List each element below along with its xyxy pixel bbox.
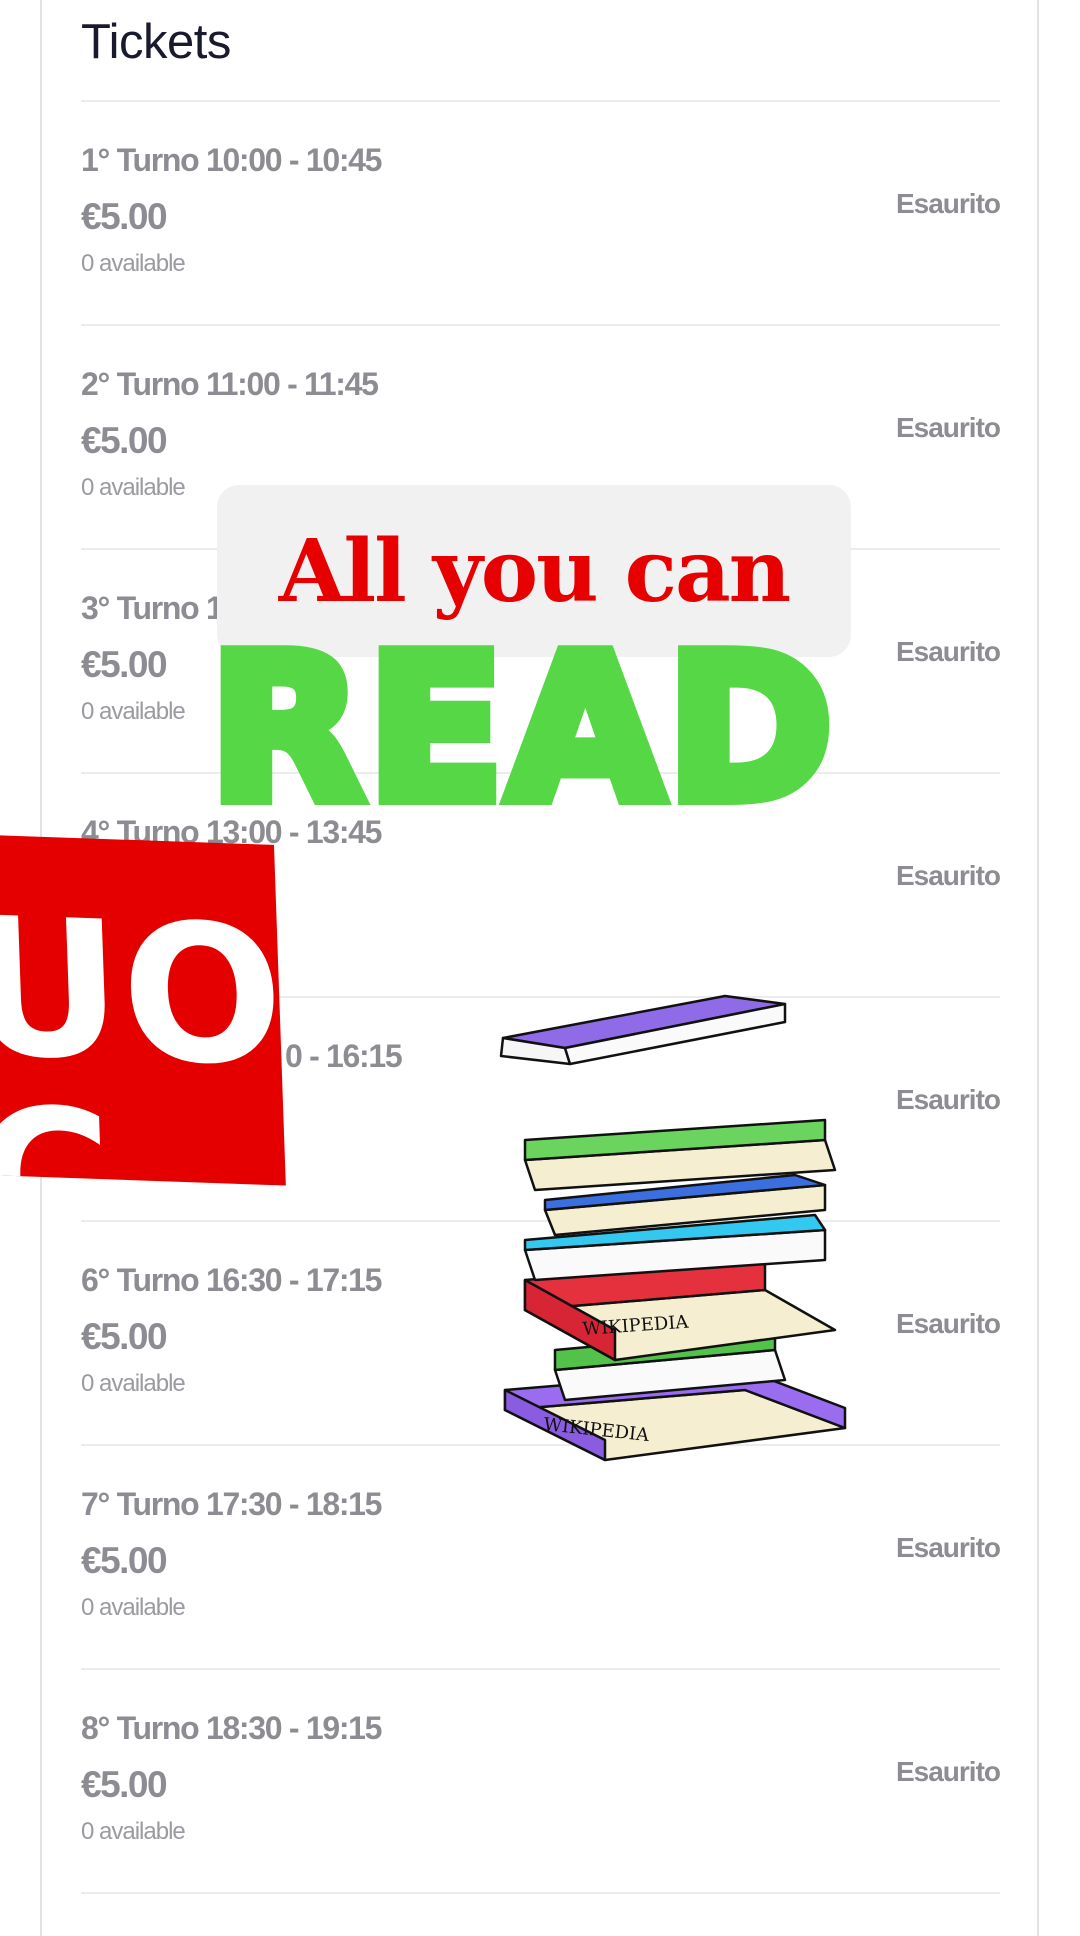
divider <box>81 1668 1000 1670</box>
ticket-status: Esaurito <box>895 1308 1001 1339</box>
ticket-status: Esaurito <box>895 636 1001 667</box>
ticket-price: €5.00 <box>81 196 168 237</box>
ticket-name: 6° Turno 16:30 - 17:15 <box>81 1262 382 1298</box>
ticket-availability: 0 available <box>81 698 186 725</box>
ticket-price: €5.00 <box>81 420 168 461</box>
ticket-availability: 0 available <box>81 1818 186 1845</box>
ticket-name: 1° Turno 10:00 - 10:45 <box>81 142 382 178</box>
read-text: READ <box>202 613 839 846</box>
ticket-price: €5.00 <box>81 644 168 685</box>
ticket-availability: 0 available <box>81 250 186 277</box>
ticket-row: 1° Turno 10:00 - 10:45 €5.00 0 available… <box>81 142 1001 366</box>
red-sticker-text: UO C <box>0 876 286 1186</box>
ticket-status: Esaurito <box>895 1756 1001 1787</box>
ticket-status: Esaurito <box>895 412 1001 443</box>
ticket-name: 7° Turno 17:30 - 18:15 <box>81 1486 382 1522</box>
divider <box>81 1892 1000 1894</box>
ticket-price: €5.00 <box>81 1540 168 1581</box>
ticket-price: €5.00 <box>81 1764 168 1805</box>
ticket-availability: 0 available <box>81 1370 186 1397</box>
ticket-name: 8° Turno 18:30 - 19:15 <box>81 1710 382 1746</box>
all-you-can-text: All you can <box>278 520 791 622</box>
ticket-name: 0 - 16:15 <box>285 1038 403 1074</box>
ticket-name: 3° Turno 1 <box>81 590 224 626</box>
ticket-status: Esaurito <box>895 1084 1001 1115</box>
ticket-row: 8° Turno 18:30 - 19:15 €5.00 0 available… <box>81 1710 1001 1934</box>
ticket-availability: 0 available <box>81 474 186 501</box>
page-title: Tickets <box>81 15 231 69</box>
ticket-status: Esaurito <box>895 1532 1001 1563</box>
ticket-name: 2° Turno 11:00 - 11:45 <box>81 366 379 402</box>
ticket-price: €5.00 <box>81 1316 168 1357</box>
red-sticker: UO C <box>0 834 286 1186</box>
books-icon: WIKIPEDIA WIKIPEDIA <box>499 994 847 1462</box>
ticket-row: 7° Turno 17:30 - 18:15 €5.00 0 available… <box>81 1486 1001 1710</box>
ticket-availability: 0 available <box>81 1594 186 1621</box>
ticket-status: Esaurito <box>895 860 1001 891</box>
read-sticker: READ <box>202 623 839 837</box>
divider <box>81 100 1000 102</box>
ticket-status: Esaurito <box>895 188 1001 219</box>
divider <box>81 324 1000 326</box>
